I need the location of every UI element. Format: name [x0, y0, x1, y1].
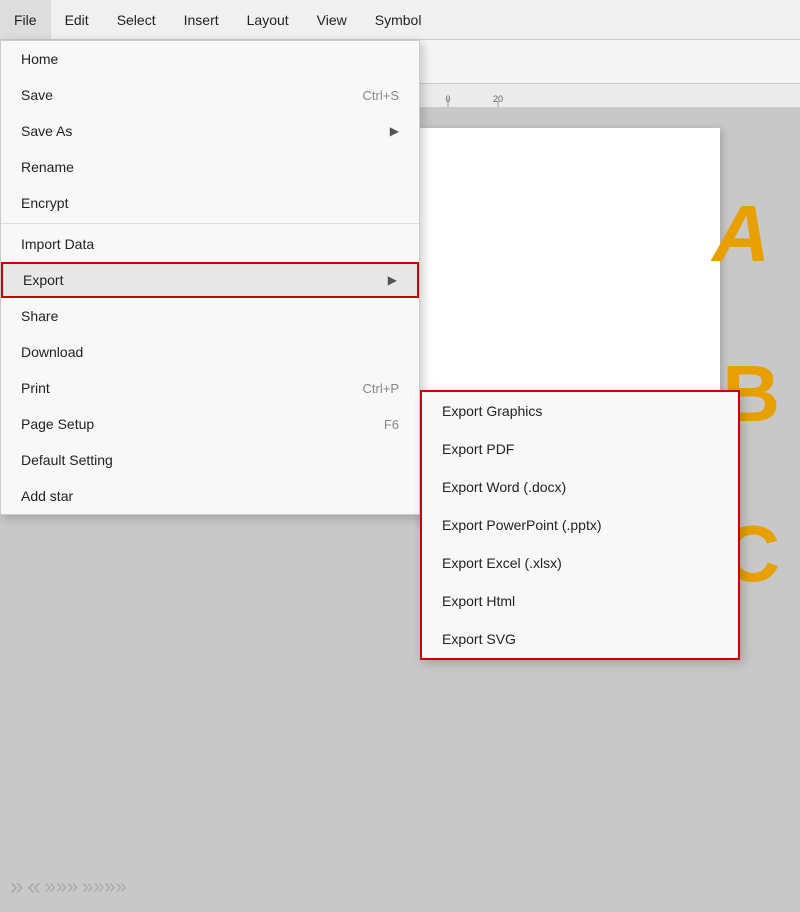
menu-edit[interactable]: Edit: [51, 0, 103, 39]
menu-item-home-label: Home: [21, 51, 58, 67]
submenu-item-export-pdf-label: Export PDF: [442, 441, 514, 457]
submenu-item-export-pptx[interactable]: Export PowerPoint (.pptx): [422, 506, 738, 544]
export-submenu: Export Graphics Export PDF Export Word (…: [420, 390, 740, 660]
menu-item-share[interactable]: Share: [1, 298, 419, 334]
submenu-item-export-word[interactable]: Export Word (.docx): [422, 468, 738, 506]
menu-item-export[interactable]: Export ▶: [1, 262, 419, 298]
export-arrow-icon: ▶: [388, 273, 397, 287]
menu-item-save-label: Save: [21, 87, 53, 103]
menu-view[interactable]: View: [303, 0, 361, 39]
menu-item-save[interactable]: Save Ctrl+S: [1, 77, 419, 113]
menu-layout[interactable]: Layout: [233, 0, 303, 39]
submenu-item-export-pdf[interactable]: Export PDF: [422, 430, 738, 468]
submenu-item-export-svg[interactable]: Export SVG: [422, 620, 738, 658]
menu-select[interactable]: Select: [103, 0, 170, 39]
file-menu-dropdown: Home Save Ctrl+S Save As ▶ Rename Encryp…: [0, 40, 420, 515]
menu-item-print-shortcut: Ctrl+P: [363, 381, 399, 396]
submenu-item-export-graphics[interactable]: Export Graphics: [422, 392, 738, 430]
menu-item-import-data[interactable]: Import Data: [1, 226, 419, 262]
submenu-item-export-graphics-label: Export Graphics: [442, 403, 542, 419]
menu-item-page-setup[interactable]: Page Setup F6: [1, 406, 419, 442]
decorative-letter-a: A: [712, 188, 770, 280]
arrow-4: »»»»: [82, 876, 127, 899]
menu-item-encrypt-label: Encrypt: [21, 195, 68, 211]
menu-item-encrypt[interactable]: Encrypt: [1, 185, 419, 221]
menu-item-add-star[interactable]: Add star: [1, 478, 419, 514]
menu-item-download-label: Download: [21, 344, 83, 360]
arrow-1: »: [10, 873, 23, 901]
menu-item-rename-label: Rename: [21, 159, 74, 175]
menu-symbol[interactable]: Symbol: [361, 0, 436, 39]
menu-item-download[interactable]: Download: [1, 334, 419, 370]
menu-item-print[interactable]: Print Ctrl+P: [1, 370, 419, 406]
menu-item-print-label: Print: [21, 380, 50, 396]
menu-item-save-as[interactable]: Save As ▶: [1, 113, 419, 149]
save-as-arrow-icon: ▶: [390, 124, 399, 138]
submenu-item-export-svg-label: Export SVG: [442, 631, 516, 647]
menu-bar: File Edit Select Insert Layout View Symb…: [0, 0, 800, 40]
menu-item-save-as-label: Save As: [21, 123, 72, 139]
arrow-3: »»»: [45, 876, 78, 899]
submenu-item-export-xlsx-label: Export Excel (.xlsx): [442, 555, 562, 571]
submenu-item-export-word-label: Export Word (.docx): [442, 479, 566, 495]
arrow-2: «: [27, 873, 40, 901]
menu-insert[interactable]: Insert: [170, 0, 233, 39]
submenu-item-export-xlsx[interactable]: Export Excel (.xlsx): [422, 544, 738, 582]
menu-item-page-setup-shortcut: F6: [384, 417, 399, 432]
menu-divider-1: [1, 223, 419, 224]
submenu-item-export-html[interactable]: Export Html: [422, 582, 738, 620]
menu-item-page-setup-label: Page Setup: [21, 416, 94, 432]
menu-item-save-shortcut: Ctrl+S: [363, 88, 399, 103]
menu-item-share-label: Share: [21, 308, 58, 324]
menu-item-default-setting[interactable]: Default Setting: [1, 442, 419, 478]
menu-item-import-data-label: Import Data: [21, 236, 94, 252]
menu-item-export-label: Export: [23, 272, 63, 288]
menu-item-home[interactable]: Home: [1, 41, 419, 77]
menu-file[interactable]: File: [0, 0, 51, 39]
submenu-item-export-html-label: Export Html: [442, 593, 515, 609]
arrows-decoration: » « »»» »»»»: [0, 862, 420, 912]
menu-item-rename[interactable]: Rename: [1, 149, 419, 185]
menu-item-default-setting-label: Default Setting: [21, 452, 113, 468]
submenu-item-export-pptx-label: Export PowerPoint (.pptx): [442, 517, 602, 533]
menu-item-add-star-label: Add star: [21, 488, 73, 504]
